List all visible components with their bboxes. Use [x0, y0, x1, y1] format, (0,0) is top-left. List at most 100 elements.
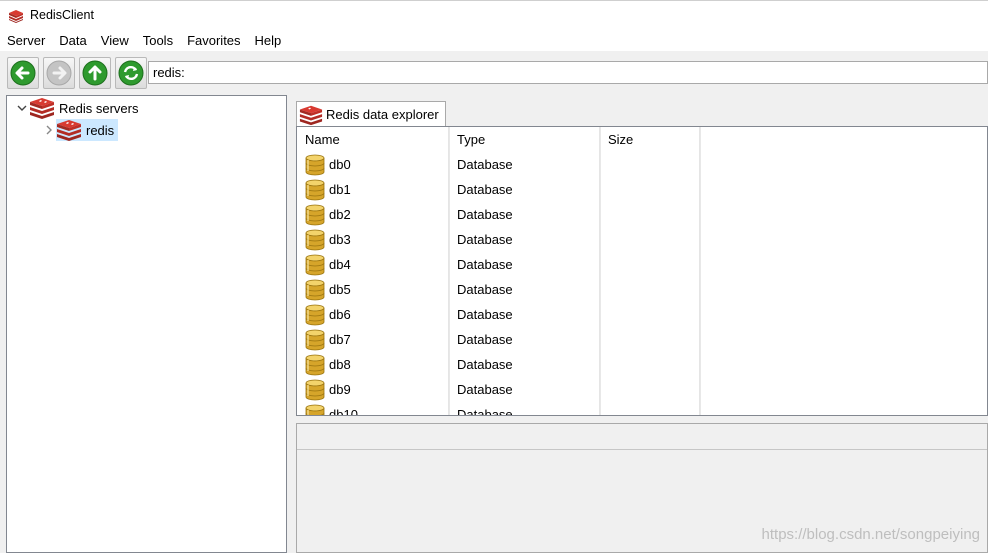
- db-name: db10: [329, 407, 358, 416]
- list-rows: db0 Database db1 Database db2 Database db3 Data…: [297, 152, 987, 416]
- database-icon: [305, 329, 325, 350]
- db-name: db9: [329, 382, 351, 397]
- db-name: db5: [329, 282, 351, 297]
- arrow-up-icon: [82, 60, 108, 86]
- menu-data[interactable]: Data: [52, 30, 93, 51]
- menu-tools[interactable]: Tools: [136, 30, 180, 51]
- db-name: db7: [329, 332, 351, 347]
- tree-node-redis[interactable]: redis: [42, 119, 119, 141]
- list-item[interactable]: db0 Database: [297, 152, 987, 177]
- cell-name: db4: [297, 252, 449, 277]
- menu-favorites[interactable]: Favorites: [180, 30, 247, 51]
- list-item[interactable]: db6 Database: [297, 302, 987, 327]
- cell-size: [600, 277, 700, 302]
- tree-label-redis: redis: [86, 122, 115, 138]
- redis-tab-icon: [299, 105, 323, 125]
- cell-name: db7: [297, 327, 449, 352]
- database-icon: [305, 229, 325, 250]
- cell-size: [600, 327, 700, 352]
- database-list[interactable]: Name Type Size db0 Database db1 Database db2…: [296, 126, 988, 416]
- column-header-type[interactable]: Type: [449, 127, 600, 152]
- list-item[interactable]: db7 Database: [297, 327, 987, 352]
- menu-bar: Server Data View Tools Favorites Help: [0, 30, 988, 51]
- database-icon: [305, 379, 325, 400]
- database-icon: [305, 204, 325, 225]
- server-tree[interactable]: Redis servers redis: [6, 95, 287, 553]
- tree-node-redis-servers[interactable]: Redis servers: [15, 97, 142, 119]
- cell-type: Database: [449, 377, 600, 402]
- cell-name: db2: [297, 202, 449, 227]
- column-header-size[interactable]: Size: [600, 127, 700, 152]
- cell-type: Database: [449, 327, 600, 352]
- database-icon: [305, 254, 325, 275]
- cell-name: db9: [297, 377, 449, 402]
- cell-type: Database: [449, 402, 600, 415]
- list-item[interactable]: db2 Database: [297, 202, 987, 227]
- database-icon: [305, 179, 325, 200]
- arrow-right-icon: [46, 60, 72, 86]
- menu-help[interactable]: Help: [248, 30, 289, 51]
- cell-name: db5: [297, 277, 449, 302]
- cell-type: Database: [449, 177, 600, 202]
- cell-name: db8: [297, 352, 449, 377]
- arrow-left-icon: [10, 60, 36, 86]
- cell-name: db0: [297, 152, 449, 177]
- cell-type: Database: [449, 302, 600, 327]
- cell-name: db1: [297, 177, 449, 202]
- redis-server-icon: [56, 119, 82, 141]
- tree-label-redis-servers: Redis servers: [59, 100, 139, 116]
- db-name: db0: [329, 157, 351, 172]
- title-bar: RedisClient: [0, 0, 988, 30]
- list-item[interactable]: db5 Database: [297, 277, 987, 302]
- window-title: RedisClient: [30, 8, 94, 22]
- cell-size: [600, 152, 700, 177]
- list-item[interactable]: db10 Database: [297, 402, 987, 416]
- cell-name: db10: [297, 402, 449, 416]
- database-icon: [305, 304, 325, 325]
- list-item[interactable]: db3 Database: [297, 227, 987, 252]
- cell-name: db6: [297, 302, 449, 327]
- address-bar[interactable]: redis:: [148, 61, 988, 84]
- chevron-down-icon[interactable]: [15, 101, 29, 115]
- cell-size: [600, 202, 700, 227]
- list-item[interactable]: db8 Database: [297, 352, 987, 377]
- cell-size: [600, 377, 700, 402]
- back-button[interactable]: [7, 57, 39, 89]
- cell-type: Database: [449, 277, 600, 302]
- db-name: db2: [329, 207, 351, 222]
- tab-redis-data-explorer[interactable]: Redis data explorer: [296, 101, 446, 127]
- list-item[interactable]: db9 Database: [297, 377, 987, 402]
- cell-size: [600, 352, 700, 377]
- cell-type: Database: [449, 152, 600, 177]
- menu-view[interactable]: View: [94, 30, 136, 51]
- database-icon: [305, 154, 325, 175]
- tree-selection-highlight[interactable]: redis: [56, 119, 119, 141]
- cell-name: db3: [297, 227, 449, 252]
- cell-size: [600, 252, 700, 277]
- list-item[interactable]: db1 Database: [297, 177, 987, 202]
- forward-button[interactable]: [43, 57, 75, 89]
- list-item[interactable]: db4 Database: [297, 252, 987, 277]
- explorer-pane: Redis data explorer Name Type Size db0 Da…: [295, 95, 988, 553]
- redis-app-icon: [9, 10, 23, 23]
- cell-type: Database: [449, 202, 600, 227]
- up-button[interactable]: [79, 57, 111, 89]
- watermark: https://blog.csdn.net/songpeiying: [761, 526, 980, 543]
- cell-size: [600, 227, 700, 252]
- database-icon: [305, 404, 325, 415]
- cell-type: Database: [449, 252, 600, 277]
- menu-server[interactable]: Server: [0, 30, 52, 51]
- refresh-button[interactable]: [115, 57, 147, 89]
- list-header: Name Type Size: [297, 127, 987, 152]
- chevron-right-icon[interactable]: [42, 123, 56, 137]
- db-name: db3: [329, 232, 351, 247]
- toolbar: redis:: [0, 54, 988, 92]
- cell-type: Database: [449, 227, 600, 252]
- redis-servers-icon: [29, 97, 55, 119]
- column-header-name[interactable]: Name: [297, 127, 449, 152]
- cell-size: [600, 302, 700, 327]
- detail-header-strip: [297, 424, 987, 450]
- database-icon: [305, 354, 325, 375]
- db-name: db8: [329, 357, 351, 372]
- cell-size: [600, 177, 700, 202]
